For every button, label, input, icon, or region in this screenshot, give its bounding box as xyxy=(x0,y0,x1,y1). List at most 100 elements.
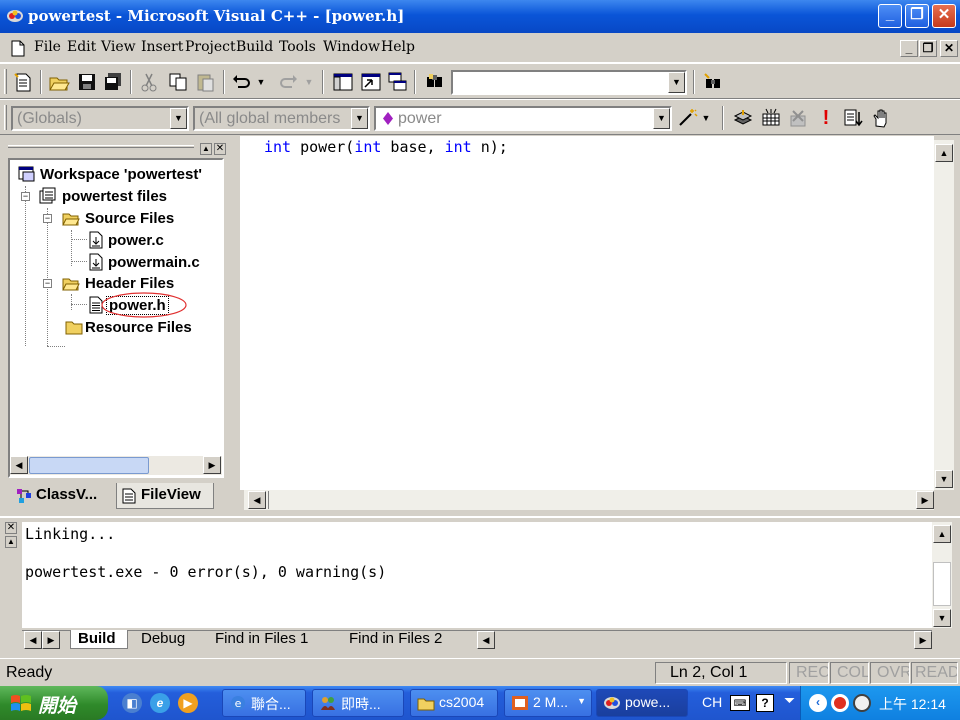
pane-close-icon[interactable]: ✕ xyxy=(214,143,226,155)
go-debug-icon[interactable] xyxy=(842,107,864,129)
tab-build[interactable]: Build xyxy=(70,630,128,649)
collapse-icon[interactable]: − xyxy=(21,192,30,201)
maximize-button[interactable]: ❐ xyxy=(905,4,929,28)
save-icon[interactable] xyxy=(76,71,98,93)
editor-vertical-scrollbar[interactable]: ▲ ▼ xyxy=(934,140,954,490)
document-icon[interactable] xyxy=(10,40,26,57)
members-combo[interactable]: (All global members ▼ xyxy=(193,106,370,131)
tab-scroll-right-icon[interactable]: ▶ xyxy=(42,631,60,649)
menu-project[interactable]: Project xyxy=(185,39,236,55)
scroll-up-icon[interactable]: ▲ xyxy=(935,144,953,162)
ime-options-icon[interactable]: ⏷ xyxy=(784,692,795,709)
task-item[interactable]: 2 M... ▼ xyxy=(504,689,592,717)
tree-item-resource-files[interactable]: Resource Files xyxy=(10,317,222,338)
tree-item-file-selected[interactable]: power.h xyxy=(10,292,222,318)
wizard-dropdown-icon[interactable]: ▼ xyxy=(700,107,712,129)
tab-fileview[interactable]: FileView xyxy=(116,483,214,509)
execute-icon[interactable]: ! xyxy=(815,107,837,129)
redo-icon[interactable] xyxy=(278,71,300,93)
scroll-thumb[interactable] xyxy=(933,562,951,606)
task-item[interactable]: cs2004 xyxy=(410,689,498,717)
language-indicator[interactable]: CH xyxy=(702,694,722,710)
open-folder-icon[interactable] xyxy=(48,71,70,93)
menu-insert[interactable]: Insert xyxy=(141,39,183,55)
pane-close-icon[interactable]: ✕ xyxy=(5,522,17,534)
collapse-icon[interactable]: − xyxy=(43,279,52,288)
output-window[interactable]: Linking... powertest.exe - 0 error(s), 0… xyxy=(22,522,932,628)
scroll-right-icon[interactable]: ▶ xyxy=(916,491,934,509)
media-player-icon[interactable]: ▶ xyxy=(178,693,198,713)
menu-help[interactable]: Help xyxy=(381,39,415,55)
scroll-down-icon[interactable]: ▼ xyxy=(935,470,953,488)
scroll-down-icon[interactable]: ▼ xyxy=(933,609,951,627)
toolbar-grip[interactable] xyxy=(4,105,7,130)
mdi-close-button[interactable]: ✕ xyxy=(940,40,958,57)
new-text-file-icon[interactable] xyxy=(12,71,34,93)
compile-icon[interactable] xyxy=(732,107,754,129)
output-pane-grip[interactable]: ✕ ▲ xyxy=(5,522,19,552)
function-combo[interactable]: power ▼ xyxy=(374,106,672,131)
scroll-right-icon[interactable]: ▶ xyxy=(914,631,932,649)
undo-dropdown-icon[interactable]: ▼ xyxy=(256,71,266,93)
stop-build-icon[interactable] xyxy=(787,107,809,129)
scroll-left-icon[interactable]: ◀ xyxy=(248,491,266,509)
show-desktop-icon[interactable]: ◧ xyxy=(122,693,142,713)
menu-file[interactable]: File xyxy=(34,39,61,55)
chevron-down-icon[interactable]: ▼ xyxy=(668,72,685,93)
redo-dropdown-icon[interactable]: ▼ xyxy=(304,71,314,93)
menu-edit[interactable]: Edit xyxy=(67,39,96,55)
editor-horizontal-scrollbar[interactable]: ◀ ▶ xyxy=(244,490,934,510)
clock[interactable]: 上午 12:14 xyxy=(879,694,946,714)
tab-find-in-files-2[interactable]: Find in Files 2 xyxy=(346,630,458,649)
collapse-icon[interactable]: − xyxy=(43,214,52,223)
pane-float-icon[interactable]: ▲ xyxy=(200,143,212,155)
workspace-horizontal-scrollbar[interactable]: ◀ ▶ xyxy=(10,456,222,475)
scroll-left-icon[interactable]: ◀ xyxy=(477,631,495,649)
workspace-pane-grip[interactable]: ▲ ✕ xyxy=(8,143,226,155)
tab-classview[interactable]: ClassV... xyxy=(12,483,116,509)
paste-icon[interactable] xyxy=(194,71,216,93)
task-item[interactable]: e 聯合... xyxy=(222,689,306,717)
help-icon[interactable]: ? xyxy=(756,694,774,712)
chevron-down-icon[interactable]: ▼ xyxy=(170,108,187,129)
start-button[interactable]: 開始 xyxy=(0,686,108,720)
tree-item-workspace[interactable]: Workspace 'powertest' xyxy=(10,164,222,185)
save-all-icon[interactable] xyxy=(102,71,124,93)
output-vertical-scrollbar[interactable]: ▲ ▼ xyxy=(932,522,952,628)
tree-item-file[interactable]: power.c xyxy=(10,230,222,251)
scroll-left-icon[interactable]: ◀ xyxy=(10,456,28,474)
workspace-window-icon[interactable] xyxy=(332,71,354,93)
find-combo[interactable]: ▼ xyxy=(451,70,687,95)
build-icon[interactable] xyxy=(760,107,782,129)
menu-build[interactable]: Build xyxy=(236,39,273,55)
class-combo[interactable]: (Globals) ▼ xyxy=(11,106,189,131)
mdi-restore-button[interactable]: ❐ xyxy=(919,40,937,57)
show-hidden-icons-icon[interactable]: ‹ xyxy=(809,694,827,712)
scroll-right-icon[interactable]: ▶ xyxy=(203,456,221,474)
close-button[interactable]: ✕ xyxy=(932,4,956,28)
menu-tools[interactable]: Tools xyxy=(279,39,316,55)
tab-find-in-files-1[interactable]: Find in Files 1 xyxy=(212,630,324,649)
keyboard-icon[interactable]: ⌨ xyxy=(730,695,750,711)
tree-item-source-files[interactable]: − Source Files xyxy=(10,208,222,229)
output-window-icon[interactable] xyxy=(360,71,382,93)
magic-wand-icon[interactable] xyxy=(676,107,698,129)
find-binoculars-icon[interactable] xyxy=(702,71,724,93)
tree-item-project[interactable]: − powertest files xyxy=(10,186,222,207)
network-icon[interactable] xyxy=(853,694,871,712)
toolbar-grip[interactable] xyxy=(4,69,7,94)
tab-scroll-left-icon[interactable]: ◀ xyxy=(24,631,42,649)
undo-icon[interactable] xyxy=(230,71,252,93)
pane-float-icon[interactable]: ▲ xyxy=(5,536,17,548)
chevron-down-icon[interactable]: ▼ xyxy=(653,108,670,129)
minimize-button[interactable]: _ xyxy=(878,4,902,28)
tree-item-file[interactable]: powermain.c xyxy=(10,252,222,273)
task-item[interactable]: 即時... xyxy=(312,689,404,717)
code-editor[interactable]: int power(int base, int n); xyxy=(240,136,934,490)
mdi-minimize-button[interactable]: _ xyxy=(900,40,918,57)
internet-explorer-icon[interactable]: e xyxy=(150,693,170,713)
cut-icon[interactable] xyxy=(138,71,160,93)
window-list-icon[interactable] xyxy=(386,71,408,93)
breakpoint-hand-icon[interactable] xyxy=(870,107,892,129)
tab-debug[interactable]: Debug xyxy=(138,630,200,649)
